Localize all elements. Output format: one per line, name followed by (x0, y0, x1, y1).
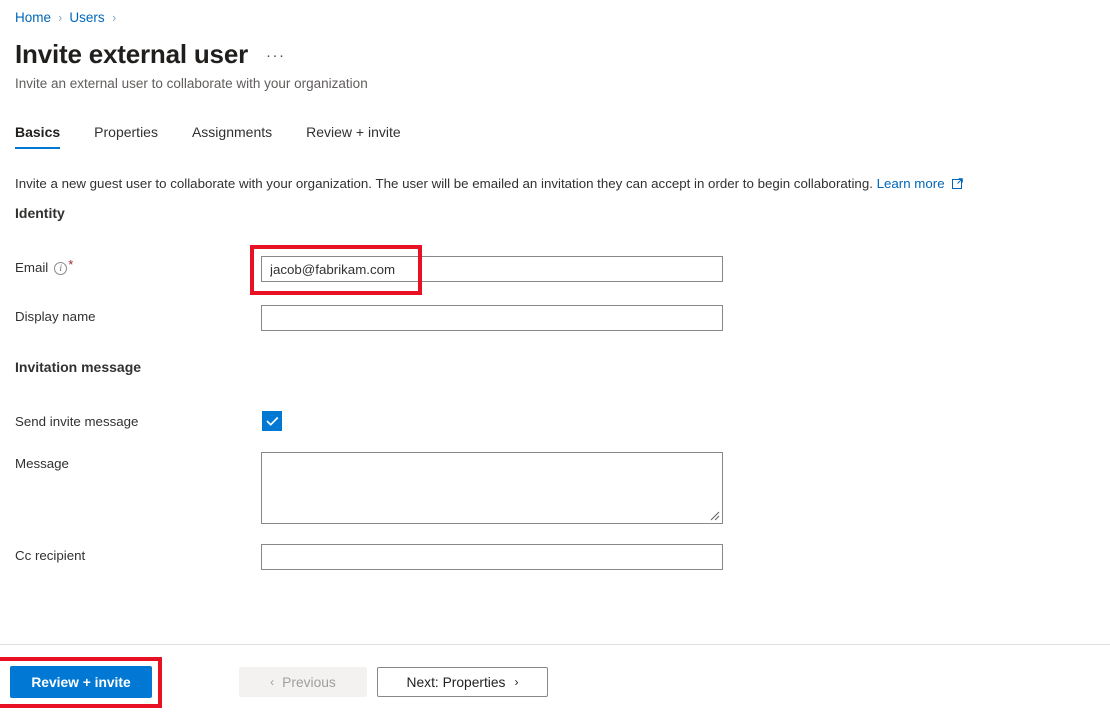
breadcrumb-separator-icon: › (111, 10, 116, 25)
tab-review-invite[interactable]: Review + invite (306, 120, 401, 149)
email-label-text: Email (15, 260, 49, 275)
checkmark-icon (265, 416, 278, 426)
previous-button: ‹ Previous (239, 667, 367, 697)
tab-bar: Basics Properties Assignments Review + i… (15, 120, 435, 149)
tab-assignments[interactable]: Assignments (192, 120, 272, 149)
tab-properties[interactable]: Properties (94, 120, 158, 149)
breadcrumb-item-users[interactable]: Users (69, 9, 104, 27)
chevron-right-icon: › (514, 675, 519, 689)
section-heading-invitation-message: Invitation message (15, 359, 142, 375)
breadcrumb: Home › Users › (15, 9, 123, 27)
page-header: Invite external user ··· (15, 38, 286, 75)
message-textarea[interactable] (261, 452, 723, 524)
info-icon[interactable]: i (54, 261, 68, 275)
breadcrumb-item-home[interactable]: Home (15, 9, 51, 27)
section-heading-identity: Identity (15, 205, 65, 221)
display-name-input[interactable] (261, 305, 723, 331)
tab-basics[interactable]: Basics (15, 120, 61, 149)
cc-recipient-input[interactable] (261, 544, 723, 570)
footer-divider (0, 644, 1110, 645)
display-name-field-label: Display name (15, 309, 96, 324)
required-asterisk: * (68, 257, 74, 272)
message-field-label: Message (15, 456, 69, 471)
external-link-icon (952, 175, 964, 194)
breadcrumb-separator-icon: › (58, 10, 63, 25)
email-field-label: Email i * (15, 257, 74, 277)
overflow-menu-icon[interactable]: ··· (266, 40, 286, 72)
next-properties-button[interactable]: Next: Properties › (377, 667, 548, 697)
next-button-label: Next: Properties (406, 674, 506, 690)
previous-button-label: Previous (282, 674, 336, 690)
page-subtitle: Invite an external user to collaborate w… (15, 76, 368, 91)
send-invite-message-checkbox[interactable] (262, 411, 282, 431)
page-title: Invite external user (15, 39, 248, 69)
cc-recipient-field-label: Cc recipient (15, 548, 86, 563)
review-invite-button[interactable]: Review + invite (10, 666, 152, 698)
learn-more-link[interactable]: Learn more (877, 176, 945, 191)
intro-text-row: Invite a new guest user to collaborate w… (15, 174, 964, 194)
email-input[interactable] (261, 256, 723, 282)
intro-text: Invite a new guest user to collaborate w… (15, 176, 873, 191)
chevron-left-icon: ‹ (270, 675, 275, 689)
send-invite-message-label: Send invite message (15, 414, 139, 429)
